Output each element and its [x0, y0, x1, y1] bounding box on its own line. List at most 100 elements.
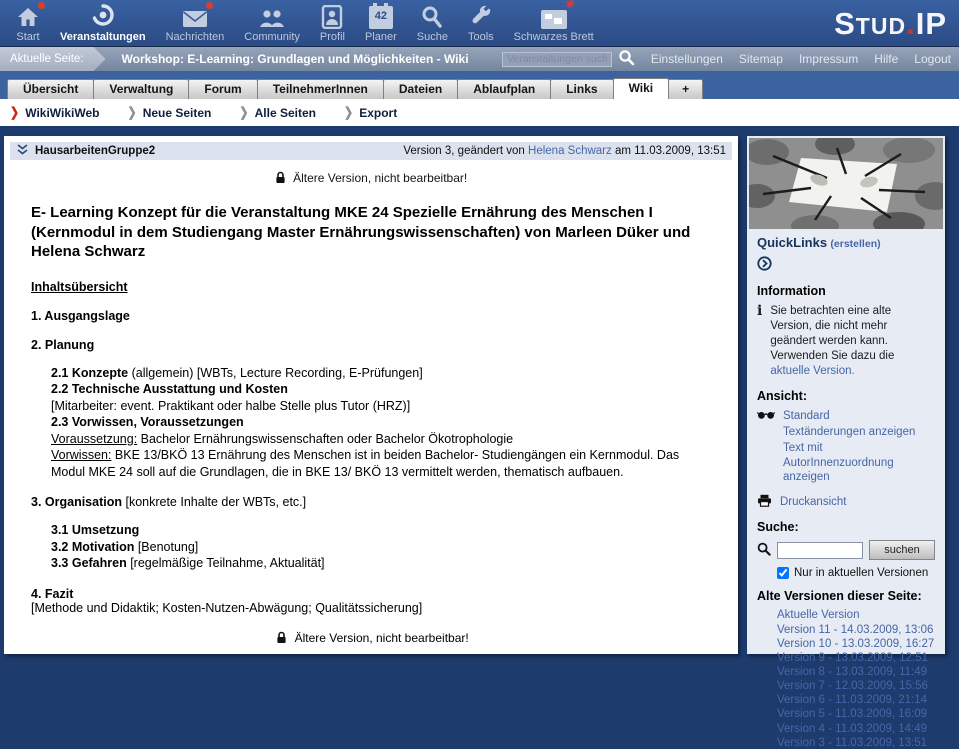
logo-dot: . [906, 6, 916, 41]
druckansicht-link[interactable]: Druckansicht [780, 496, 846, 508]
information-note: i Sie betrachten eine alte Version, die … [757, 304, 935, 379]
version-link[interactable]: Version 7 - 12.03.2009, 15:56 [777, 680, 935, 693]
version-link-current[interactable]: Aktuelle Version [777, 609, 935, 622]
tab-forum[interactable]: Forum [188, 79, 257, 99]
printer-icon [757, 494, 772, 510]
gray-arrow-icon: ❯ [239, 105, 248, 121]
subnav-neue-seiten[interactable]: ❯ Neue Seiten [127, 106, 211, 120]
top-navigation: Start Veranstaltungen Nachrichten Commun… [0, 0, 959, 47]
version-link[interactable]: Version 8 - 13.03.2009, 11:49 [777, 666, 935, 679]
version-link[interactable]: Version 10 - 13.03.2009, 16:27 [777, 638, 935, 651]
search-submit-icon[interactable] [618, 49, 635, 69]
nav-suche[interactable]: Suche [407, 3, 458, 43]
view-standard-link[interactable]: Standard [783, 409, 935, 424]
planner-day-number: 42 [369, 10, 393, 22]
mail-icon [182, 3, 208, 29]
logo-part: S [834, 6, 856, 41]
wiki-page-header: HausarbeitenGruppe2 Version 3, geändert … [10, 142, 732, 160]
nav-nachrichten[interactable]: Nachrichten [156, 3, 235, 43]
version-link[interactable]: Version 3 - 11.03.2009, 13:51 [777, 737, 935, 749]
wiki-body: E- Learning Konzept für die Veranstaltun… [4, 189, 738, 645]
locked-notice-text: Ältere Version, nicht bearbeitbar! [295, 631, 469, 645]
search-icon [420, 3, 444, 29]
tab-ablaufplan[interactable]: Ablaufplan [457, 79, 551, 99]
subsection-2-1-note: (allgemein) [WBTs, Lecture Recording, E-… [128, 366, 423, 380]
planner-icon: 42 [369, 3, 393, 29]
link-impressum[interactable]: Impressum [799, 52, 858, 66]
section-1: 1. Ausgangslage [31, 309, 714, 323]
wiki-content-box: HausarbeitenGruppe2 Version 3, geändert … [4, 136, 738, 654]
vorwissen-label: Vorwissen: [51, 448, 111, 462]
version-prefix: Version 3, geändert von [403, 145, 524, 157]
tab-add[interactable]: + [668, 79, 703, 99]
old-versions-heading: Alte Versionen dieser Seite: [757, 589, 935, 603]
author-link[interactable]: Helena Schwarz [528, 145, 612, 157]
checkbox-label: Nur in aktuellen Versionen [794, 567, 928, 579]
studip-logo: STUD.IP [834, 6, 947, 42]
logo-part: IP [916, 6, 947, 41]
nav-start[interactable]: Start [6, 3, 50, 43]
lock-icon [275, 171, 286, 184]
link-hilfe[interactable]: Hilfe [874, 52, 898, 66]
subsection-3-2: 3.2 Motivation [51, 540, 134, 554]
wiki-search-row: suchen [757, 540, 935, 560]
nav-tools[interactable]: Tools [458, 3, 504, 43]
section-4: 4. Fazit [31, 587, 714, 601]
version-link[interactable]: Version 9 - 13.03.2009, 12:51 [777, 652, 935, 665]
search-icon [757, 542, 771, 559]
lock-icon [276, 631, 287, 644]
information-text: Sie betrachten eine alte Version, die ni… [770, 304, 935, 379]
red-arrow-icon: ❯ [10, 105, 19, 121]
subnav-wikiwikiweb[interactable]: ❯ WikiWikiWeb [10, 106, 99, 120]
prereq-text: Bachelor Ernährungswissenschaften oder B… [137, 432, 513, 446]
course-search-input[interactable] [502, 52, 612, 67]
view-textchanges-link[interactable]: Textänderungen anzeigen [783, 425, 935, 440]
nav-label: Community [244, 31, 300, 43]
tab-verwaltung[interactable]: Verwaltung [93, 79, 189, 99]
subnav-export[interactable]: ❯ Export [344, 106, 397, 120]
collapse-chevrons-icon[interactable] [16, 144, 29, 159]
print-view-row: Druckansicht [757, 494, 935, 510]
link-logout[interactable]: Logout [914, 52, 951, 66]
view-author-mapping-link[interactable]: Text mit AutorInnenzuordnung anzeigen [783, 441, 935, 486]
version-link[interactable]: Version 6 - 11.03.2009, 21:14 [777, 694, 935, 707]
aktuelle-version-link[interactable]: aktuelle Version. [770, 365, 854, 377]
wiki-search-button[interactable]: suchen [869, 540, 935, 560]
locked-notice-bottom: Ältere Version, nicht bearbeitbar! [31, 631, 714, 645]
subsection-2-2-note: [Mitarbeiter: event. Praktikant oder hal… [51, 399, 410, 413]
current-versions-checkbox[interactable] [777, 567, 789, 579]
wiki-search-input[interactable] [777, 542, 863, 559]
version-link[interactable]: Version 4 - 11.03.2009, 14:49 [777, 723, 935, 736]
vorwissen-text: BKE 13/BKÖ 13 Ernährung des Menschen ist… [51, 448, 679, 479]
information-heading: Information [757, 284, 935, 298]
subnav-label: WikiWikiWeb [25, 106, 99, 120]
tools-icon [469, 3, 493, 29]
tab-wiki[interactable]: Wiki [613, 78, 670, 99]
tab-teilnehmerinnen[interactable]: TeilnehmerInnen [257, 79, 384, 99]
tab-uebersicht[interactable]: Übersicht [7, 79, 94, 99]
nav-community[interactable]: Community [234, 3, 310, 43]
nav-label: Tools [468, 31, 494, 43]
subsection-2-3: 2.3 Vorwissen, Voraussetzungen [51, 415, 244, 429]
version-info: Version 3, geändert von Helena Schwarz a… [403, 145, 726, 157]
nav-label: Suche [417, 31, 448, 43]
nav-veranstaltungen[interactable]: Veranstaltungen [50, 3, 156, 43]
version-link[interactable]: Version 5 - 11.03.2009, 16:09 [777, 708, 935, 721]
quicklinks-create-link[interactable]: (erstellen) [830, 238, 880, 250]
link-einstellungen[interactable]: Einstellungen [651, 52, 723, 66]
tab-links[interactable]: Links [550, 79, 613, 99]
locked-notice-top: Ältere Version, nicht bearbeitbar! [4, 160, 738, 189]
wiki-sidebar: QuickLinks (erstellen) Information i Sie… [747, 136, 945, 654]
view-options: Standard Textänderungen anzeigen Text mi… [757, 409, 935, 486]
version-link[interactable]: Version 11 - 14.03.2009, 13:06 [777, 624, 935, 637]
current-versions-filter: Nur in aktuellen Versionen [777, 567, 935, 579]
subnav-alle-seiten[interactable]: ❯ Alle Seiten [239, 106, 316, 120]
quicklinks-expand-icon[interactable] [757, 256, 935, 274]
link-sitemap[interactable]: Sitemap [739, 52, 783, 66]
subnav-label: Alle Seiten [255, 106, 316, 120]
nav-schwarzes-brett[interactable]: ✱ Schwarzes Brett [504, 3, 604, 43]
nav-planer[interactable]: 42 Planer [355, 3, 407, 43]
info-icon: i [757, 304, 762, 379]
tab-dateien[interactable]: Dateien [383, 79, 458, 99]
nav-profil[interactable]: Profil [310, 3, 355, 43]
